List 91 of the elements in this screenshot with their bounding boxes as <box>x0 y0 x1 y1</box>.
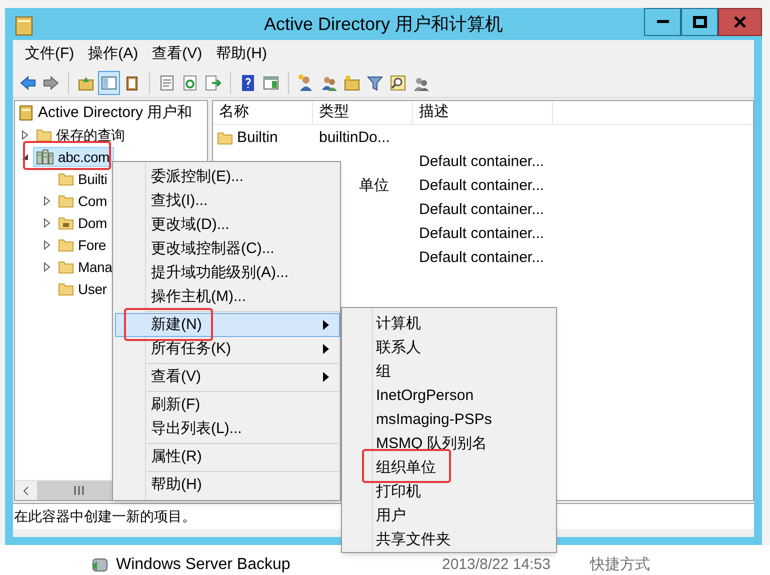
menu-item[interactable]: 计算机 <box>344 312 556 336</box>
menu-item[interactable]: 打印机 <box>344 480 556 504</box>
table-cell: Default container... <box>419 200 544 218</box>
maximize-icon <box>692 16 706 28</box>
menu-item[interactable]: 文件(F) <box>19 42 80 66</box>
menu-item[interactable]: 属性(R) <box>115 445 340 469</box>
table-cell: Default container... <box>419 224 544 242</box>
menu-item[interactable]: 刷新(F) <box>115 393 340 417</box>
collapse-icon[interactable] <box>21 152 29 162</box>
menu-item[interactable]: MSMQ 队列别名 <box>344 432 556 456</box>
console-icon <box>18 105 34 121</box>
backup-icon <box>90 556 110 574</box>
expand-icon[interactable] <box>21 130 29 140</box>
menu-item[interactable]: 操作(A) <box>82 42 144 66</box>
folder-icon <box>58 238 74 252</box>
forward-arrow-icon <box>42 74 60 92</box>
maximize-button[interactable] <box>681 8 718 36</box>
tree-item[interactable]: Fore <box>55 235 107 255</box>
window-icon <box>262 74 280 92</box>
expand-icon[interactable] <box>43 218 51 228</box>
menu-item[interactable]: 组 <box>344 360 556 384</box>
export-icon <box>204 74 222 92</box>
menu-item[interactable]: 组织单位 <box>344 456 556 480</box>
folder-icon <box>343 74 361 92</box>
tree-item[interactable]: Active Directory 用户和 <box>15 103 194 123</box>
tree-item[interactable]: User <box>55 279 108 299</box>
table-cell: Default container... <box>419 176 544 194</box>
column-header[interactable]: 描述 <box>413 101 553 124</box>
help-icon <box>239 74 257 92</box>
servers-icon <box>36 149 54 165</box>
close-button[interactable] <box>718 8 762 36</box>
user-icon <box>297 74 315 92</box>
expand-icon[interactable] <box>43 262 51 272</box>
column-header[interactable]: 名称 <box>213 101 313 124</box>
menu-item[interactable]: 提升域功能级别(A)... <box>115 261 340 285</box>
properties-icon <box>158 74 176 92</box>
file-name[interactable]: Windows Server Backup <box>116 553 442 575</box>
minimize-icon <box>656 20 668 24</box>
tree-pane-icon <box>100 74 118 92</box>
find-icon <box>389 74 407 92</box>
toolbar-button[interactable] <box>98 70 120 94</box>
folder-icon <box>58 260 74 274</box>
minimize-button[interactable] <box>644 8 681 36</box>
tree-item[interactable]: Dom <box>55 213 108 233</box>
folder-icon <box>58 194 74 208</box>
column-header[interactable]: 类型 <box>313 101 413 124</box>
folder-icon <box>36 128 52 142</box>
close-icon <box>734 16 746 28</box>
menu-item[interactable]: 所有任务(K) <box>115 337 340 361</box>
menu-item[interactable]: 导出列表(L)... <box>115 417 340 441</box>
menu-item[interactable]: 操作主机(M)... <box>115 285 340 309</box>
table-cell: builtinDo... <box>319 128 390 146</box>
menu-item[interactable]: 更改域(D)... <box>115 213 340 237</box>
menu-item[interactable]: 用户 <box>344 504 556 528</box>
folder-icon <box>217 131 233 145</box>
back-arrow-icon <box>19 74 37 92</box>
table-cell: 单位 <box>359 176 389 194</box>
expand-icon[interactable] <box>43 240 51 250</box>
file-date: 2013/8/22 14:53 <box>442 554 552 575</box>
file-type: 快捷方式 <box>590 554 650 575</box>
scroll-left-icon[interactable] <box>23 486 29 496</box>
menu-item[interactable]: 新建(N) <box>115 313 340 337</box>
folder-icon <box>58 216 74 230</box>
table-cell: Default container... <box>419 152 544 170</box>
menu-item[interactable]: InetOrgPerson <box>344 384 556 408</box>
menu-item[interactable]: 更改域控制器(C)... <box>115 237 340 261</box>
menu-item[interactable]: 查看(V) <box>115 365 340 389</box>
menu-item[interactable]: 联系人 <box>344 336 556 360</box>
menu-item[interactable]: 帮助(H) <box>210 42 273 66</box>
tree-item[interactable]: 保存的查询 <box>33 125 126 145</box>
menu-item[interactable]: msImaging-PSPs <box>344 408 556 432</box>
console-icon <box>15 16 33 36</box>
menu-item[interactable]: 共享文件夹 <box>344 528 556 552</box>
filter-icon <box>366 74 384 92</box>
refresh-icon <box>181 74 199 92</box>
list-item-name[interactable]: Builtin <box>217 126 278 150</box>
menu-item[interactable]: 查看(V) <box>146 42 208 66</box>
menu-item[interactable]: 帮助(H) <box>115 473 340 497</box>
tree-item[interactable]: Mana <box>55 257 114 277</box>
status-text: 在此容器中创建一新的项目。 <box>14 507 196 526</box>
folder-icon <box>58 282 74 296</box>
menu-item[interactable]: 查找(I)... <box>115 189 340 213</box>
grip-icon <box>74 486 84 495</box>
menu-item[interactable]: 委派控制(E)... <box>115 165 340 189</box>
folder-icon <box>58 172 74 186</box>
table-cell: Default container... <box>419 248 544 266</box>
expand-icon[interactable] <box>43 196 51 206</box>
tree-item[interactable]: abc.com <box>33 147 114 167</box>
tree-item[interactable]: Com <box>55 191 108 211</box>
window-title: Active Directory 用户和计算机 <box>264 12 504 36</box>
tree-item[interactable]: Builti <box>55 169 108 189</box>
